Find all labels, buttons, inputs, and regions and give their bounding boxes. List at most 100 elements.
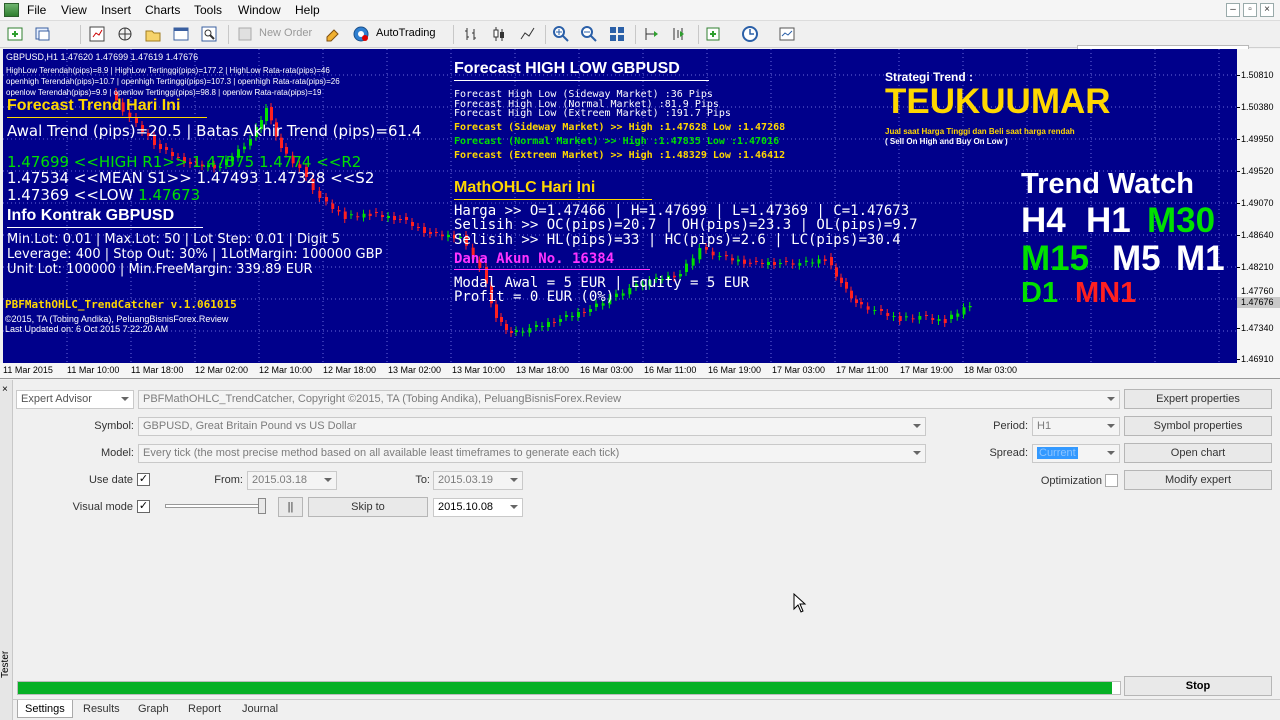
forecast-normal: Forecast (Normal Market) >> High :1.4783… (454, 136, 780, 147)
forecast-extreem: Forecast (Extreem Market) >> High :1.483… (454, 150, 786, 161)
expert-select[interactable]: PBFMathOHLC_TrendCatcher, Copyright ©201… (138, 390, 1120, 409)
new-order-button[interactable]: New Order (259, 27, 312, 39)
chevron-down-icon (913, 451, 921, 455)
model-select[interactable]: Every tick (the most precise method base… (138, 444, 926, 463)
app-icon (4, 3, 19, 17)
tab-results[interactable]: Results (76, 700, 127, 718)
awal-trend: Awal Trend (pips)=20.5 | Batas Akhir Tre… (7, 122, 422, 140)
metaeditor-icon[interactable] (324, 25, 342, 43)
tab-report[interactable]: Report (181, 700, 228, 718)
info-line-3: Unit Lot: 100000 | Min.FreeMargin: 339.8… (7, 262, 313, 277)
pause-button[interactable]: || (278, 497, 303, 517)
use-date-label: Use date (88, 474, 133, 486)
close-icon[interactable]: × (1260, 3, 1274, 17)
visual-speed-slider[interactable] (165, 498, 267, 514)
current-price-label: 1.47676 (1237, 297, 1280, 308)
forecast-sideway: Forecast (Sideway Market) >> High :1.476… (454, 122, 786, 133)
model-label: Model: (100, 447, 134, 459)
menu-view[interactable]: View (61, 3, 87, 17)
time-label: 13 Mar 18:00 (516, 365, 570, 375)
tester-type-select[interactable]: Expert Advisor (16, 390, 134, 409)
period-label: Period: (993, 420, 1028, 432)
data-window-icon[interactable] (116, 25, 134, 43)
navigator-icon[interactable] (144, 25, 162, 43)
time-label: 18 Mar 03:00 (964, 365, 1018, 375)
price-axis: 1.50810 1.50380 1.49950 1.49520 1.49070 … (1237, 49, 1280, 364)
visual-mode-checkbox[interactable]: ✓ (137, 500, 150, 513)
new-order-icon[interactable] (236, 25, 254, 43)
zoom-in-icon[interactable] (552, 25, 570, 43)
slider-thumb[interactable] (258, 498, 266, 514)
time-label: 13 Mar 02:00 (388, 365, 442, 375)
forecast-hl-3: Forecast High Low (Extreem Market) :191.… (454, 108, 731, 119)
market-watch-icon[interactable] (88, 25, 106, 43)
menu-charts[interactable]: Charts (145, 3, 180, 17)
trend-watch-title: Trend Watch (1021, 168, 1194, 200)
menu-insert[interactable]: Insert (101, 3, 131, 17)
menu-file[interactable]: File (27, 3, 46, 17)
profiles-icon[interactable] (34, 25, 52, 43)
skip-date-picker[interactable]: 2015.10.08 (433, 498, 523, 517)
title-underline (7, 117, 207, 118)
time-label: 13 Mar 10:00 (452, 365, 506, 375)
open-chart-button[interactable]: Open chart (1124, 443, 1272, 463)
tab-journal[interactable]: Journal (235, 700, 285, 718)
spread-value: Current (1037, 447, 1078, 459)
period-select[interactable]: H1 (1032, 417, 1120, 436)
dana-akun: Dana Akun No. 16384 (454, 251, 615, 267)
symbol-properties-button[interactable]: Symbol properties (1124, 416, 1272, 436)
bar-chart-icon[interactable] (462, 25, 480, 43)
price-label: 1.49070 (1241, 198, 1274, 208)
skip-to-button[interactable]: Skip to (308, 497, 428, 517)
tab-graph[interactable]: Graph (131, 700, 176, 718)
symbol-select[interactable]: GBPUSD, Great Britain Pound vs US Dollar (138, 417, 926, 436)
from-date-picker[interactable]: 2015.03.18 (247, 471, 337, 490)
price-chart[interactable]: GBPUSD,H1 1.47620 1.47699 1.47619 1.4767… (3, 49, 1237, 363)
use-date-checkbox[interactable]: ✓ (137, 473, 150, 486)
strategy-tester-icon[interactable] (200, 25, 218, 43)
autotrading-button[interactable]: AutoTrading (376, 27, 436, 39)
price-label: 1.49520 (1241, 166, 1274, 176)
tester-sidebar: × Tester (0, 380, 13, 720)
templates-icon[interactable] (778, 25, 796, 43)
terminal-icon[interactable] (172, 25, 190, 43)
visual-mode-label: Visual mode (72, 501, 133, 513)
optimization-checkbox[interactable] (1105, 474, 1118, 487)
line-chart-icon[interactable] (518, 25, 536, 43)
tf-m5: M5 (1112, 239, 1161, 278)
tagline-2: ( Sell On High and Buy On Low ) (885, 137, 1008, 146)
expert-properties-button[interactable]: Expert properties (1124, 389, 1272, 409)
tile-windows-icon[interactable] (608, 25, 626, 43)
close-icon[interactable]: × (2, 384, 8, 395)
tf-mn1: MN1 (1075, 277, 1137, 309)
optimization-label: Optimization (1040, 475, 1102, 487)
zoom-out-icon[interactable] (580, 25, 598, 43)
periods-icon[interactable] (741, 25, 759, 43)
strategy-tester-panel: × Tester Expert Advisor PBFMathOHLC_Tren… (0, 380, 1280, 720)
menu-tools[interactable]: Tools (194, 3, 222, 17)
menu-window[interactable]: Window (238, 3, 281, 17)
menu-bar: File View Insert Charts Tools Window Hel… (0, 0, 1280, 21)
info-line-2: Leverage: 400 | Stop Out: 30% | 1LotMarg… (7, 247, 383, 262)
modify-expert-button[interactable]: Modify expert (1124, 470, 1272, 490)
new-chart-icon[interactable] (6, 25, 24, 43)
time-axis: 11 Mar 2015 11 Mar 10:00 11 Mar 18:00 12… (0, 363, 1280, 379)
autotrading-icon[interactable] (352, 25, 370, 43)
candlestick-icon[interactable] (490, 25, 508, 43)
to-date-picker[interactable]: 2015.03.19 (433, 471, 523, 490)
chevron-down-icon (1107, 451, 1115, 455)
stop-button[interactable]: Stop (1124, 676, 1272, 696)
spread-select[interactable]: Current (1032, 444, 1120, 463)
indicators-icon[interactable] (705, 25, 723, 43)
menu-help[interactable]: Help (295, 3, 320, 17)
restore-icon[interactable]: ▫ (1243, 3, 1257, 17)
tf-m1: M1 (1176, 239, 1225, 278)
chart-shift-icon[interactable] (642, 25, 660, 43)
tab-settings[interactable]: Settings (17, 700, 73, 718)
tf-m30: M30 (1147, 201, 1216, 240)
time-label: 17 Mar 19:00 (900, 365, 954, 375)
minimize-icon[interactable]: – (1226, 3, 1240, 17)
chevron-down-icon (510, 505, 518, 509)
autoscroll-icon[interactable] (670, 25, 688, 43)
info-line-1: Min.Lot: 0.01 | Max.Lot: 50 | Lot Step: … (7, 232, 341, 247)
